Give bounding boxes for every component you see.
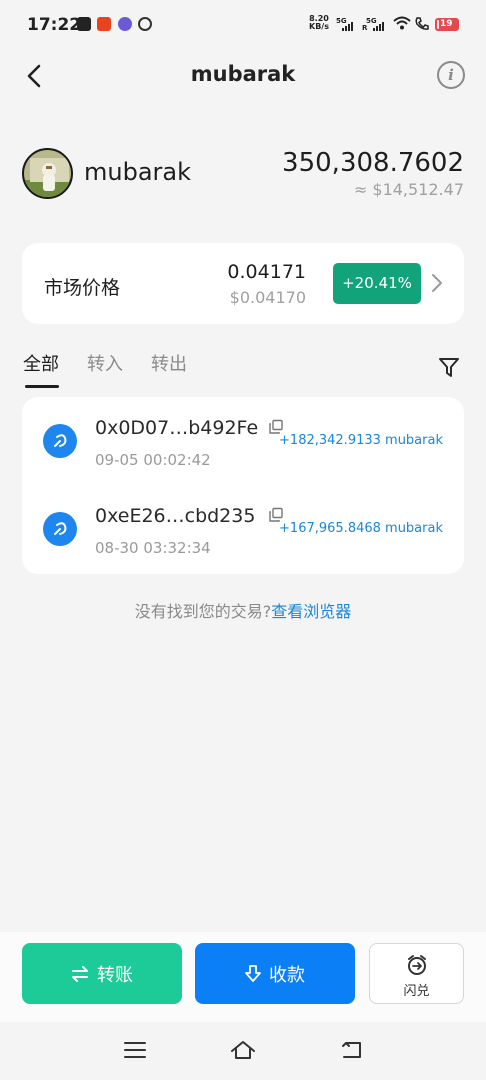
price-change-badge: +20.41% — [333, 263, 421, 304]
transaction-row[interactable]: 0xeE26…cbd235 08-30 03:32:34 +167,965.84… — [22, 485, 464, 573]
swap-label: 闪兑 — [403, 984, 430, 999]
app-notification-icon — [118, 17, 132, 31]
transfer-button[interactable]: 转账 — [22, 943, 182, 1004]
home-icon[interactable] — [230, 1040, 256, 1060]
tab-all[interactable]: 全部 — [23, 350, 59, 376]
tab-incoming[interactable]: 转入 — [87, 350, 123, 376]
market-price-usd: $0.04170 — [229, 288, 306, 307]
chevron-right-icon — [432, 274, 442, 292]
system-nav-bar — [0, 1022, 486, 1080]
signal-icon — [342, 22, 353, 31]
signal-icon — [373, 22, 384, 31]
token-balance: 350,308.7602 — [282, 148, 464, 178]
tab-outgoing[interactable]: 转出 — [151, 350, 187, 376]
token-avatar — [22, 148, 73, 199]
transaction-time: 09-05 00:02:42 — [95, 451, 211, 469]
battery-indicator: 19 — [435, 18, 459, 31]
roaming-label: R — [362, 24, 368, 32]
receive-icon — [245, 964, 261, 982]
page-title: mubarak — [190, 62, 296, 86]
filter-icon[interactable] — [438, 356, 462, 380]
market-price-value: 0.04171 — [227, 261, 306, 283]
app-notification-icon — [97, 17, 111, 31]
receive-label: 收款 — [269, 964, 305, 986]
transfer-icon — [72, 965, 88, 982]
info-icon[interactable]: i — [437, 61, 465, 89]
transaction-amount: +182,342.9133 mubarak — [279, 433, 443, 448]
transaction-amount: +167,965.8468 mubarak — [279, 521, 443, 536]
network-speed: 8.20 KB/s — [309, 14, 329, 31]
receive-button[interactable]: 收款 — [195, 943, 355, 1004]
app-notification-icon — [138, 17, 152, 31]
swap-icon — [408, 955, 426, 975]
transaction-address: 0x0D07…b492Fe — [95, 417, 259, 439]
status-time: 17:22 — [27, 15, 82, 35]
transaction-list: 0x0D07…b492Fe 09-05 00:02:42 +182,342.91… — [22, 397, 464, 574]
market-price-label: 市场价格 — [44, 277, 121, 299]
token-balance-usd: ≈ $14,512.47 — [353, 180, 464, 199]
wifi-icon — [393, 16, 411, 30]
transfer-label: 转账 — [97, 964, 133, 986]
transaction-row[interactable]: 0x0D07…b492Fe 09-05 00:02:42 +182,342.91… — [22, 397, 464, 485]
menu-icon[interactable] — [124, 1040, 146, 1060]
transaction-address: 0xeE26…cbd235 — [95, 505, 256, 527]
active-tab-indicator — [25, 385, 59, 388]
app-notification-icon — [77, 17, 91, 31]
status-bar: 17:22 8.20 KB/s 5G 5G R 19 — [0, 0, 486, 50]
no-transaction-text: 没有找到您的交易? — [134, 602, 272, 621]
view-explorer-link[interactable]: 查看浏览器 — [271, 602, 351, 621]
transaction-time: 08-30 03:32:34 — [95, 539, 211, 557]
no-transaction-note: 没有找到您的交易?查看浏览器 — [0, 598, 486, 622]
market-price-card[interactable]: 市场价格 0.04171 $0.04170 +20.41% — [22, 243, 464, 324]
back-nav-icon[interactable] — [340, 1040, 364, 1060]
call-icon — [415, 17, 429, 30]
swap-button[interactable]: 闪兑 — [369, 943, 464, 1004]
token-name: mubarak — [84, 158, 192, 186]
transaction-type-icon — [43, 424, 77, 458]
transaction-type-icon — [43, 512, 77, 546]
